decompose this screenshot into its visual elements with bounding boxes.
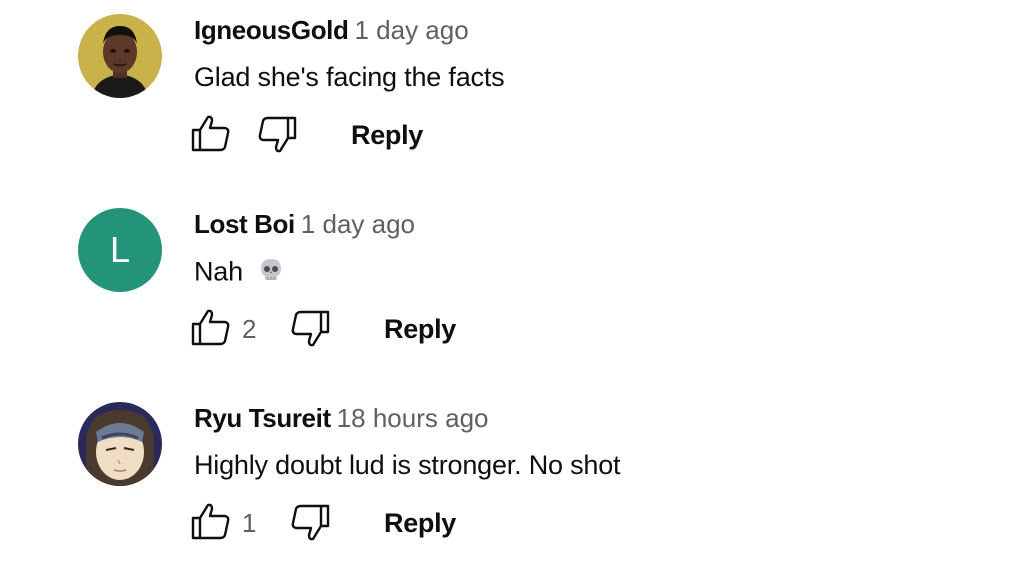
thumbs-up-icon: [191, 115, 230, 152]
skull-icon: [257, 256, 285, 291]
avatar[interactable]: [78, 402, 162, 486]
like-count: 2: [242, 314, 257, 344]
avatar-image: [78, 402, 162, 486]
like-button[interactable]: [190, 502, 232, 542]
thumbs-down-icon: [258, 116, 297, 153]
reply-button[interactable]: Reply: [384, 508, 456, 539]
avatar[interactable]: [78, 14, 162, 98]
thumbs-up-icon: [191, 309, 230, 346]
comment-text: Highly doubt lud is stronger. No shot: [194, 450, 621, 480]
comment-actions: 2 Reply: [190, 302, 790, 350]
comment-actions: Reply: [190, 108, 790, 156]
reply-button[interactable]: Reply: [351, 120, 423, 151]
like-button[interactable]: [190, 114, 232, 154]
comment-item: Ryu Tsureit 18 hours ago Highly doubt lud…: [0, 388, 1024, 582]
avatar-image: [78, 14, 162, 98]
avatar-letter: L: [109, 229, 131, 270]
thumbs-up-icon: [191, 503, 230, 540]
like-count: 1: [242, 508, 257, 538]
comment-author[interactable]: IgneousGold: [194, 15, 349, 45]
comment-actions: 1 Reply: [190, 496, 790, 544]
comment-author[interactable]: Ryu Tsureit: [194, 403, 331, 433]
thumbs-down-icon: [291, 504, 330, 541]
reply-button[interactable]: Reply: [384, 314, 456, 345]
comment-text: Glad she's facing the facts: [194, 62, 505, 92]
dislike-button[interactable]: [289, 308, 331, 348]
comment-timestamp[interactable]: 18 hours ago: [337, 403, 489, 433]
comment-timestamp[interactable]: 1 day ago: [354, 15, 468, 45]
avatar[interactable]: L: [78, 208, 162, 292]
comment-item: L Lost Boi 1 day ago Nah 2 Reply: [0, 194, 1024, 388]
dislike-button[interactable]: [289, 502, 331, 542]
dislike-button[interactable]: [256, 114, 298, 154]
comment-text: Nah: [194, 256, 285, 291]
comment-author[interactable]: Lost Boi: [194, 209, 295, 239]
thumbs-down-icon: [291, 310, 330, 347]
comment-text-content: Nah: [194, 256, 243, 287]
comment-timestamp[interactable]: 1 day ago: [301, 209, 415, 239]
like-button[interactable]: [190, 308, 232, 348]
comment-item: IgneousGold 1 day ago Glad she's facing t…: [0, 0, 1024, 194]
